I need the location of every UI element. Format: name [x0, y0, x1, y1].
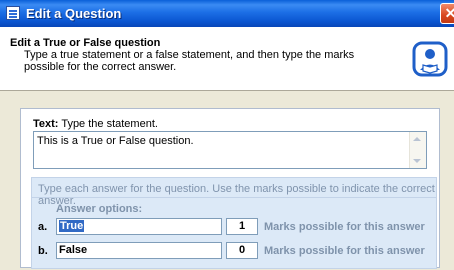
answer-options-title: Answer options:: [56, 203, 143, 215]
text-label-bold: Text:: [33, 118, 59, 130]
statement-value: This is a True or False question.: [37, 135, 194, 147]
answer-b-letter: b.: [38, 245, 48, 257]
question-window-icon: [6, 6, 20, 20]
answer-b-input[interactable]: False: [56, 242, 222, 259]
window-title: Edit a Question: [26, 6, 122, 21]
answer-a-marks-label: Marks possible for this answer: [264, 221, 425, 233]
user-book-icon: [412, 41, 448, 77]
text-label: Text: Type the statement.: [33, 118, 158, 130]
statement-scrollbar[interactable]: [409, 132, 426, 168]
answer-b-marks-input[interactable]: 0: [226, 242, 258, 259]
header-title: Edit a True or False question: [10, 37, 161, 49]
header-description: Type a true statement or a false stateme…: [24, 49, 355, 73]
statement-textarea[interactable]: This is a True or False question.: [33, 131, 427, 169]
answers-section: Type each answer for the question. Use t…: [31, 177, 437, 269]
answer-b-marks-label: Marks possible for this answer: [264, 245, 425, 257]
question-panel: Text: Type the statement. This is a True…: [20, 108, 440, 269]
answer-a-letter: a.: [38, 221, 48, 233]
answers-divider: [32, 197, 436, 198]
title-bar: Edit a Question ✕: [0, 0, 454, 27]
close-button[interactable]: ✕: [440, 3, 454, 24]
answer-a-value: True: [59, 220, 85, 232]
scroll-up-icon[interactable]: [413, 137, 421, 141]
scroll-down-icon[interactable]: [413, 159, 421, 163]
answer-a-input[interactable]: True: [56, 218, 222, 235]
text-label-rest: Type the statement.: [58, 118, 158, 130]
answer-a-marks-input[interactable]: 1: [226, 218, 258, 235]
dialog-header: Edit a True or False question Type a tru…: [0, 27, 454, 91]
